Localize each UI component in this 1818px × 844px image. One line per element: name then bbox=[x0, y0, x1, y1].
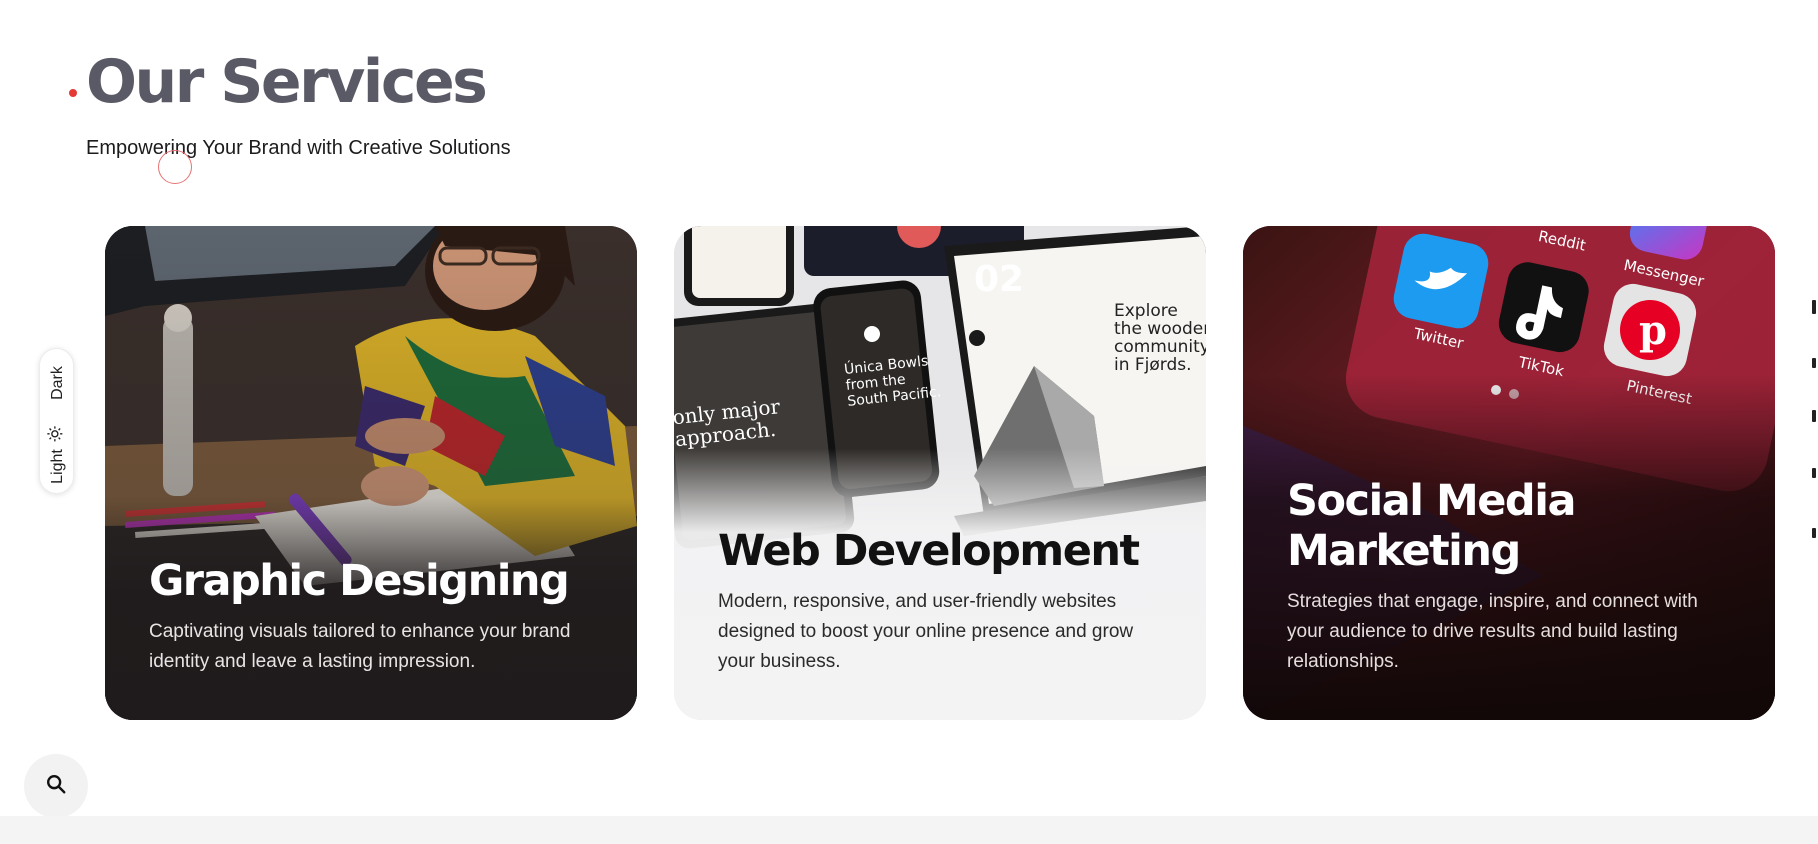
card-title: Graphic Designing bbox=[149, 556, 570, 606]
card-description: Captivating visuals tailored to enhance … bbox=[149, 621, 571, 672]
theme-dark-option[interactable]: Dark bbox=[40, 355, 75, 411]
card-description: Modern, responsive, and user-friendly we… bbox=[718, 591, 1134, 672]
card-description: Strategies that engage, inspire, and con… bbox=[1287, 591, 1698, 672]
theme-toggle[interactable]: Dark Light bbox=[39, 348, 74, 494]
theme-light-option[interactable]: Light bbox=[40, 417, 75, 491]
sun-icon bbox=[46, 425, 69, 443]
section-accent-dot bbox=[69, 89, 77, 97]
services-page: Our Services Empowering Your Brand with … bbox=[0, 0, 1818, 844]
right-edge-overflow-marks bbox=[1812, 300, 1816, 540]
search-button[interactable] bbox=[24, 754, 88, 818]
service-card-web-development[interactable]: only majorapproach. Única Bowlsfrom theS… bbox=[674, 226, 1206, 720]
theme-light-label: Light bbox=[48, 448, 66, 484]
cursor-ring bbox=[158, 150, 192, 184]
search-icon bbox=[45, 773, 67, 800]
service-card-graphic-designing[interactable]: Graphic Designing Captivating visuals ta… bbox=[105, 226, 637, 720]
theme-dark-label: Dark bbox=[48, 366, 66, 400]
next-section-band bbox=[0, 816, 1818, 844]
page-subtitle: Empowering Your Brand with Creative Solu… bbox=[86, 137, 511, 159]
card-title: Web Development bbox=[718, 526, 1140, 576]
page-title: Our Services bbox=[86, 47, 488, 117]
service-card-social-media-marketing[interactable]: Twitter TikTok p Pinterest Reddit Messen… bbox=[1243, 226, 1775, 720]
card-title: Social Media Marketing bbox=[1287, 476, 1576, 576]
